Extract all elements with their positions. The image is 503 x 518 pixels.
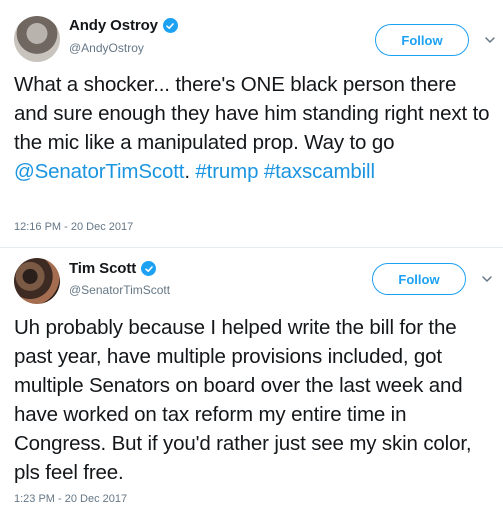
author-name-row: Andy Ostroy <box>69 17 178 34</box>
follow-button[interactable]: Follow <box>375 24 469 56</box>
author-display-name[interactable]: Tim Scott <box>69 260 136 277</box>
verified-badge-icon <box>162 18 178 33</box>
tweet-timestamp[interactable]: 12:16 PM - 20 Dec 2017 <box>14 221 133 233</box>
verified-badge-icon <box>141 261 157 276</box>
author-handle[interactable]: @AndyOstroy <box>69 41 144 55</box>
chevron-down-icon[interactable] <box>483 33 497 47</box>
hashtag-link[interactable]: #taxscambill <box>264 160 375 183</box>
mention-link[interactable]: @SenatorTimScott <box>14 160 184 183</box>
tweet-text: What a shocker... there's ONE black pers… <box>14 70 492 186</box>
tweet-text-segment: What a shocker... there's ONE black pers… <box>14 73 490 154</box>
divider <box>0 247 503 248</box>
tweet-card: Andy Ostroy @AndyOstroy Follow What a sh… <box>0 0 503 248</box>
avatar[interactable] <box>14 16 60 62</box>
tweet-card: Tim Scott @SenatorTimScott Follow Uh pro… <box>0 250 503 518</box>
author-display-name[interactable]: Andy Ostroy <box>69 17 158 34</box>
follow-button[interactable]: Follow <box>372 263 466 295</box>
author-handle[interactable]: @SenatorTimScott <box>69 283 170 297</box>
tweet-text: Uh probably because I helped write the b… <box>14 316 472 484</box>
hashtag-link[interactable]: #trump <box>195 160 258 183</box>
tweet-timestamp[interactable]: 1:23 PM - 20 Dec 2017 <box>14 493 127 505</box>
author-name-row: Tim Scott <box>69 260 157 277</box>
chevron-down-icon[interactable] <box>480 272 494 286</box>
avatar[interactable] <box>14 258 60 304</box>
tweet-text-segment: . <box>184 160 196 183</box>
